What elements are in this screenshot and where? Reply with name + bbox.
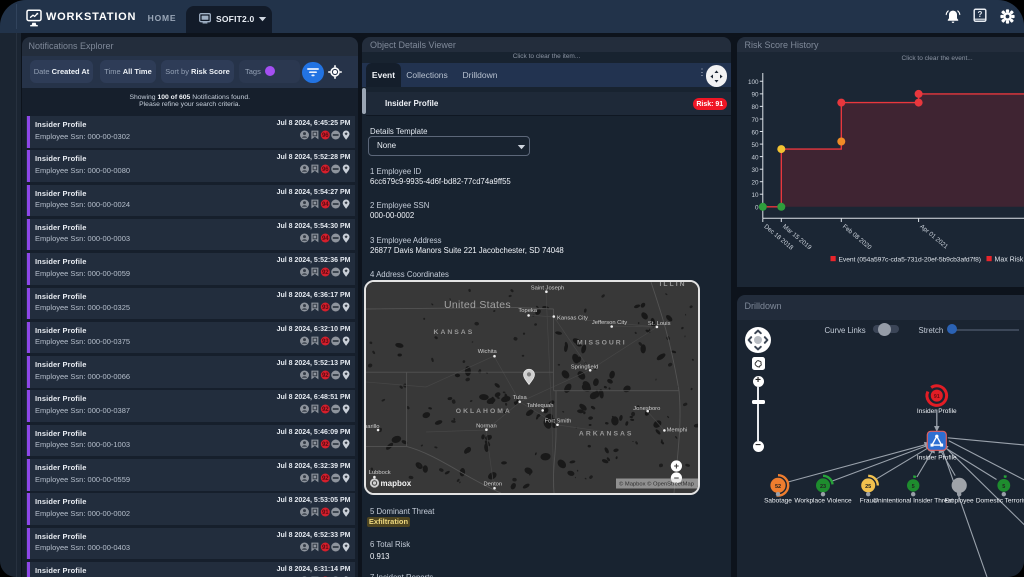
svg-text:Saint Joseph: Saint Joseph (531, 285, 565, 291)
svg-text:Apr 01 2021: Apr 01 2021 (918, 223, 949, 251)
svg-text:91: 91 (321, 510, 328, 516)
svg-text:Tulsa: Tulsa (513, 395, 528, 401)
svg-text:Kansas City: Kansas City (557, 315, 588, 321)
svg-text:ARKANSAS: ARKANSAS (579, 430, 634, 437)
svg-text:96: 96 (321, 167, 328, 173)
svg-text:93: 93 (321, 305, 328, 311)
svg-text:Workplace Violence: Workplace Violence (794, 497, 852, 504)
svg-text:OKLAHOMA: OKLAHOMA (456, 408, 512, 415)
svg-text:ILLIN: ILLIN (660, 282, 687, 288)
svg-text:94: 94 (321, 236, 328, 242)
svg-text:60: 60 (751, 129, 759, 136)
svg-text:Amarillo: Amarillo (366, 423, 379, 429)
svg-text:100: 100 (747, 79, 758, 86)
svg-text:MISSOURI: MISSOURI (577, 339, 627, 346)
svg-text:5: 5 (1002, 484, 1005, 490)
svg-text:Tahlequah: Tahlequah (527, 403, 554, 409)
svg-text:Topeka: Topeka (518, 308, 537, 314)
svg-text:0: 0 (754, 205, 758, 212)
svg-text:Employee: Employee (944, 497, 973, 504)
svg-text:Sabotage: Sabotage (764, 497, 792, 504)
svg-text:5: 5 (911, 484, 914, 490)
svg-text:90: 90 (751, 92, 759, 99)
svg-text:80: 80 (751, 104, 759, 111)
svg-text:Norman: Norman (476, 423, 497, 429)
svg-text:Springfield: Springfield (571, 364, 598, 370)
svg-text:Denton: Denton (483, 481, 502, 487)
svg-text:United States: United States (444, 299, 511, 311)
svg-text:92: 92 (321, 270, 328, 276)
svg-text:91: 91 (321, 545, 328, 551)
svg-text:25: 25 (865, 484, 871, 490)
svg-text:50: 50 (751, 142, 759, 149)
svg-text:92: 92 (321, 408, 328, 414)
svg-text:KANSAS: KANSAS (434, 329, 475, 336)
svg-text:Memphi: Memphi (667, 427, 688, 433)
svg-text:Fort Smith: Fort Smith (545, 418, 572, 424)
svg-text:?: ? (978, 10, 983, 19)
svg-text:40: 40 (751, 154, 759, 161)
svg-text:Feb 08 2020: Feb 08 2020 (841, 223, 873, 251)
svg-text:Insider Profile: Insider Profile (916, 454, 956, 461)
svg-text:Unintentional Insider Threat: Unintentional Insider Threat (873, 497, 953, 504)
svg-text:Event (054a597c-cda5-731d-20ef: Event (054a597c-cda5-731d-20ef-5b9cb3afd… (838, 256, 980, 263)
svg-text:Insider Profile: Insider Profile (916, 408, 956, 415)
svg-text:Jefferson City: Jefferson City (592, 319, 627, 325)
svg-text:St. Louis: St. Louis (648, 320, 671, 326)
svg-text:Wichita: Wichita (478, 349, 498, 355)
svg-text:92: 92 (321, 442, 328, 448)
svg-text:70: 70 (751, 117, 759, 124)
svg-text:Lubbock: Lubbock (369, 470, 391, 476)
svg-text:93: 93 (321, 339, 328, 345)
svg-text:30: 30 (751, 167, 759, 174)
svg-text:23: 23 (819, 484, 825, 490)
svg-text:10: 10 (751, 192, 759, 199)
svg-text:+: + (674, 461, 679, 471)
svg-text:Domestic Terrorism: Domestic Terrorism (975, 497, 1024, 504)
svg-text:92: 92 (321, 476, 328, 482)
svg-text:96: 96 (321, 133, 328, 139)
svg-text:Jonesboro: Jonesboro (633, 406, 660, 412)
svg-text:mapbox: mapbox (381, 479, 412, 488)
svg-text:Max Risk: Max Risk (994, 257, 1023, 264)
svg-text:91: 91 (933, 394, 939, 400)
svg-text:52: 52 (774, 484, 780, 490)
svg-text:92: 92 (321, 373, 328, 379)
svg-text:© Mapbox © OpenStreetMap: © Mapbox © OpenStreetMap (619, 480, 694, 487)
svg-text:20: 20 (751, 180, 759, 187)
svg-text:94: 94 (321, 202, 328, 208)
